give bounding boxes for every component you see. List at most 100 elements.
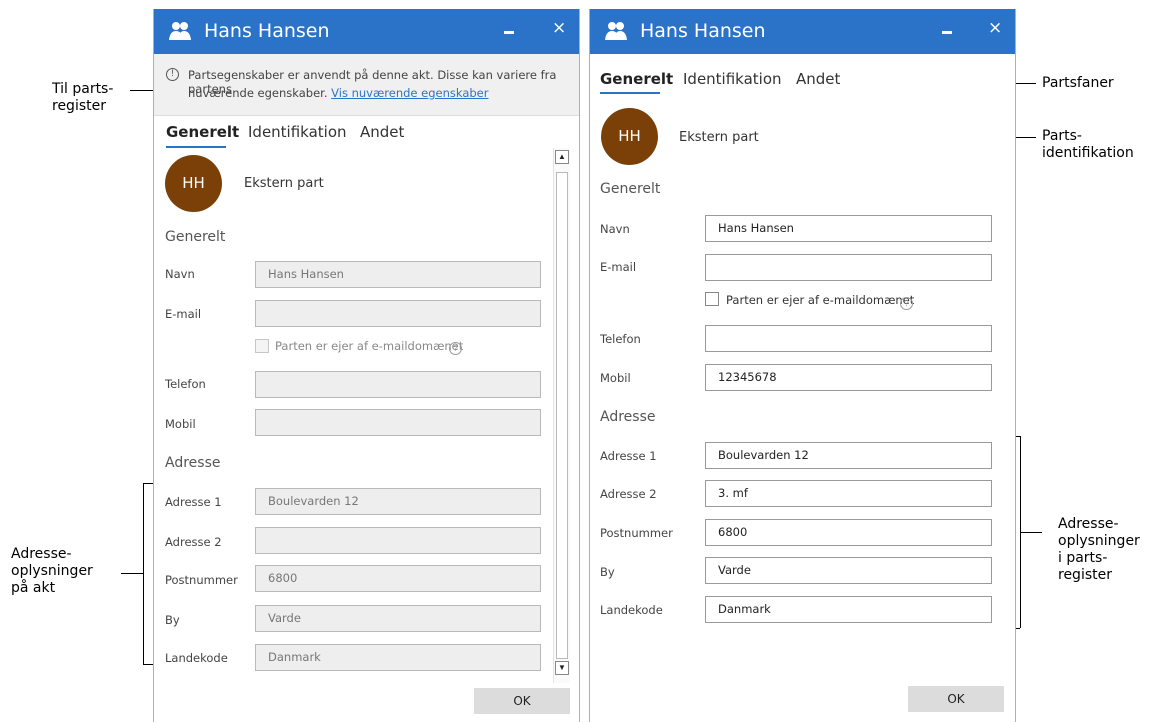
postcode-field[interactable]: 6800: [255, 565, 541, 592]
left-party-dialog: Hans Hansen × ! Partsegenskaber er anven…: [153, 9, 580, 722]
annotation-til-parts-register: Til parts- register: [52, 81, 113, 115]
tab-generelt[interactable]: Generelt: [166, 123, 239, 141]
label-adresse2: Adresse 2: [600, 487, 657, 501]
label-adresse1: Adresse 1: [165, 495, 222, 509]
close-button[interactable]: ×: [988, 18, 1002, 38]
phone-field[interactable]: [705, 325, 992, 352]
city-field[interactable]: Varde: [705, 557, 992, 584]
annotation-line: på akt: [11, 580, 56, 596]
party-type: Ekstern part: [679, 130, 759, 145]
section-heading-generelt: Generelt: [600, 181, 661, 197]
address2-field[interactable]: [255, 527, 541, 554]
window-title: Hans Hansen: [204, 20, 330, 42]
address1-field[interactable]: Boulevarden 12: [255, 488, 541, 515]
active-tab-indicator: [600, 92, 660, 94]
annotation-line: Adresse-: [11, 546, 72, 562]
annotation-parts-identifikation: Parts- identifikation: [1042, 128, 1134, 162]
address1-field[interactable]: Boulevarden 12: [705, 442, 992, 469]
annotation-line: register: [52, 98, 106, 114]
close-button[interactable]: ×: [552, 18, 566, 38]
email-domain-owner-checkbox[interactable]: [255, 339, 269, 353]
country-code-field[interactable]: Danmark: [705, 596, 992, 623]
scroll-up-icon[interactable]: ▲: [555, 150, 569, 164]
label-email: E-mail: [600, 260, 637, 274]
email-field[interactable]: [705, 254, 992, 281]
country-code-field[interactable]: Danmark: [255, 644, 541, 671]
info-text-line2: nuværende egenskaber. Vis nuværende egen…: [188, 86, 488, 100]
label-mobil: Mobil: [165, 417, 196, 431]
title-bar: Hans Hansen ×: [154, 9, 579, 54]
label-landekode: Landekode: [165, 651, 228, 665]
scroll-down-icon[interactable]: ▼: [555, 661, 569, 675]
scrollbar[interactable]: ▲ ▼: [553, 148, 570, 683]
checkbox-label: Parten er ejer af e-maildomænet: [726, 293, 915, 307]
minimize-button[interactable]: [942, 31, 952, 34]
label-navn: Navn: [165, 267, 195, 281]
annotation-line: oplysninger: [1058, 533, 1140, 549]
annotation-line: register: [1058, 567, 1112, 583]
name-field[interactable]: Hans Hansen: [255, 261, 541, 288]
label-navn: Navn: [600, 222, 630, 236]
label-landekode: Landekode: [600, 603, 663, 617]
mobile-field[interactable]: 12345678: [705, 364, 992, 391]
label-telefon: Telefon: [165, 377, 206, 391]
mobile-field[interactable]: [255, 409, 541, 436]
label-postnummer: Postnummer: [600, 526, 673, 540]
address2-field[interactable]: 3. mf: [705, 480, 992, 507]
users-icon: [169, 22, 191, 40]
label-postnummer: Postnummer: [165, 573, 238, 587]
annotation-line: oplysninger: [11, 563, 93, 579]
scroll-thumb[interactable]: [556, 172, 568, 659]
ok-button[interactable]: OK: [474, 688, 570, 714]
avatar: HH: [165, 155, 222, 212]
annotation-line: Parts-: [1042, 128, 1082, 144]
avatar: HH: [601, 108, 658, 165]
info-text: nuværende egenskaber.: [188, 86, 328, 100]
info-icon: !: [166, 68, 179, 81]
users-icon: [605, 22, 627, 40]
checkbox-label: Parten er ejer af e-maildomænet: [275, 339, 464, 353]
active-tab-indicator: [166, 146, 226, 148]
annotation-bracket: [143, 483, 144, 664]
annotation-adresse-paa-akt: Adresse- oplysninger på akt: [11, 546, 93, 597]
section-heading-generelt: Generelt: [165, 229, 226, 245]
tab-identifikation[interactable]: Identifikation: [248, 123, 347, 141]
annotation-partsfaner: Partsfaner: [1042, 75, 1114, 91]
label-telefon: Telefon: [600, 332, 641, 346]
label-mobil: Mobil: [600, 371, 631, 385]
annotation-bracket-bottom: [143, 664, 153, 665]
email-domain-owner-checkbox[interactable]: [705, 292, 719, 306]
section-heading-adresse: Adresse: [165, 455, 221, 471]
phone-field[interactable]: [255, 371, 541, 398]
label-by: By: [165, 613, 180, 627]
postcode-field[interactable]: 6800: [705, 519, 992, 546]
label-adresse1: Adresse 1: [600, 449, 657, 463]
annotation-line: Adresse-: [1058, 516, 1119, 532]
label-adresse2: Adresse 2: [165, 535, 222, 549]
email-field[interactable]: [255, 300, 541, 327]
annotation-bracket-stem: [121, 573, 143, 574]
minimize-button[interactable]: [504, 31, 514, 34]
title-bar: Hans Hansen ×: [590, 9, 1015, 54]
label-by: By: [600, 565, 615, 579]
info-banner: ! Partsegenskaber er anvendt på denne ak…: [154, 54, 579, 116]
label-email: E-mail: [165, 307, 202, 321]
annotation-line: i parts-: [1058, 550, 1108, 566]
name-field[interactable]: Hans Hansen: [705, 215, 992, 242]
ok-button[interactable]: OK: [908, 686, 1004, 712]
annotation-bracket-stem: [1020, 532, 1042, 533]
tab-identifikation[interactable]: Identifikation: [683, 70, 782, 88]
show-current-properties-link[interactable]: Vis nuværende egenskaber: [331, 86, 488, 100]
help-icon[interactable]: ?: [449, 342, 462, 355]
annotation-adresse-i-register: Adresse- oplysninger i parts- register: [1058, 516, 1140, 584]
section-heading-adresse: Adresse: [600, 409, 656, 425]
right-party-dialog: Hans Hansen × Generelt Identifikation An…: [589, 9, 1016, 722]
help-icon[interactable]: ?: [900, 297, 913, 310]
tab-andet[interactable]: Andet: [796, 70, 840, 88]
city-field[interactable]: Varde: [255, 605, 541, 632]
tab-generelt[interactable]: Generelt: [600, 70, 673, 88]
party-type: Ekstern part: [244, 176, 324, 191]
annotation-line: Til parts-: [52, 81, 114, 97]
annotation-bracket-top: [143, 483, 153, 484]
tab-andet[interactable]: Andet: [360, 123, 404, 141]
